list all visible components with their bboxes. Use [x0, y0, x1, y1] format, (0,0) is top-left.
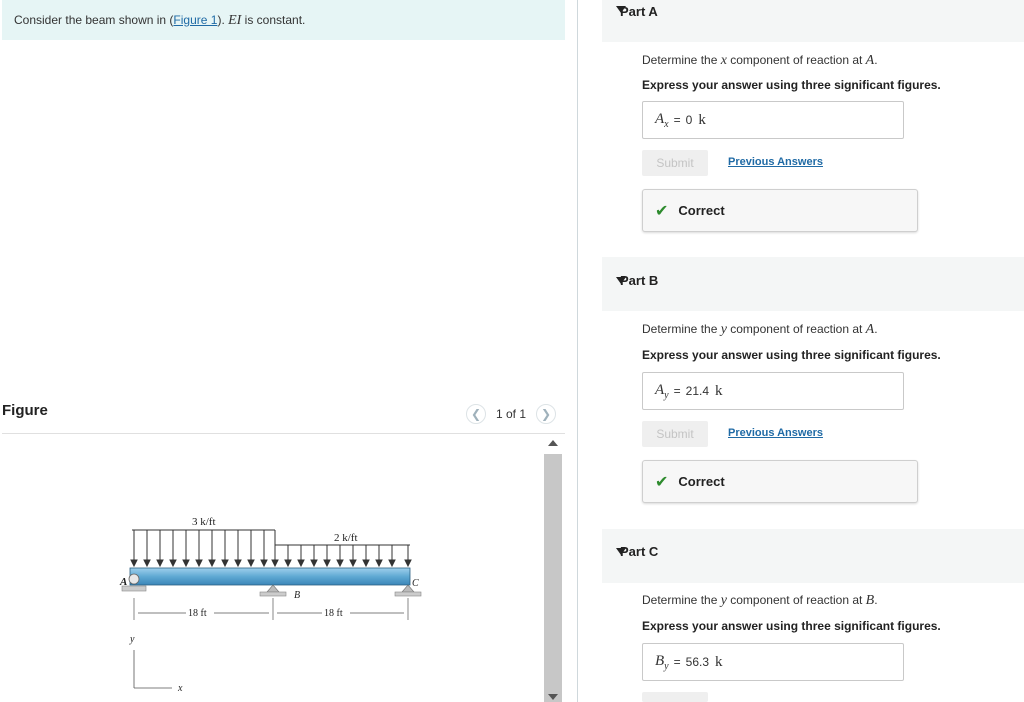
axis-x-label: x — [177, 683, 183, 694]
part-b-question: Determine the y component of reaction at… — [642, 322, 878, 338]
part-b-previous-answers-link[interactable]: Previous Answers — [728, 427, 823, 439]
question-text: component of reaction at — [726, 593, 866, 607]
scrollbar-thumb[interactable] — [544, 454, 562, 702]
question-text: Determine the — [642, 53, 721, 67]
beam-figure: 3 k/ft 2 k/ft A B C 18 ft 18 ft y x — [119, 516, 422, 694]
feedback-text: Correct — [678, 203, 725, 218]
question-text: . — [874, 322, 878, 336]
intro-text-end: is constant. — [241, 13, 306, 27]
support-b — [259, 584, 287, 597]
feedback-text: Correct — [678, 474, 725, 489]
answer-value: 0 — [685, 113, 693, 127]
span-label-left: 18 ft — [188, 608, 207, 619]
part-b-title[interactable]: Part B — [620, 273, 658, 288]
answer-equals: = — [673, 113, 681, 127]
scroll-up-arrow-icon[interactable] — [548, 440, 558, 446]
intro-math: EI — [228, 13, 242, 28]
right-pane: Part A Determine the x component of reac… — [578, 0, 1024, 702]
answer-unit: k — [715, 382, 723, 399]
question-text: component of reaction at — [726, 53, 866, 67]
answer-value: 56.3 — [685, 655, 709, 669]
answer-symbol: Ay — [655, 382, 669, 401]
load-label-right: 2 k/ft — [334, 532, 358, 544]
answer-subscript: y — [664, 660, 669, 672]
answer-symbol-letter: A — [655, 110, 665, 127]
question-text: . — [874, 53, 878, 67]
part-a-feedback: ✔ Correct — [642, 189, 918, 232]
part-a-answer-field[interactable]: Ax = 0 k — [642, 101, 904, 139]
part-a-title[interactable]: Part A — [620, 4, 658, 19]
part-b-answer-field[interactable]: Ay = 21.4 k — [642, 372, 904, 410]
axes — [133, 650, 172, 689]
span-label-right: 18 ft — [324, 608, 343, 619]
figure-divider — [2, 433, 565, 434]
chevron-left-icon[interactable]: ❮ — [466, 404, 486, 424]
question-point: A — [865, 322, 875, 337]
beam — [129, 567, 411, 586]
answer-symbol: By — [655, 653, 669, 672]
part-a-instruction: Express your answer using three signific… — [642, 78, 941, 92]
answer-subscript: x — [664, 118, 669, 130]
axis-y-label: y — [129, 634, 135, 645]
figure-scrollbar[interactable] — [543, 434, 563, 702]
load-arrows-right — [284, 545, 412, 568]
question-text: Determine the — [642, 593, 721, 607]
question-point: B — [865, 593, 875, 608]
figure-title: Figure — [2, 402, 48, 419]
answer-subscript: y — [664, 389, 669, 401]
chevron-right-icon[interactable]: ❯ — [536, 404, 557, 424]
answer-symbol: Ax — [655, 111, 669, 130]
question-text: component of reaction at — [726, 322, 866, 336]
checkmark-icon: ✔ — [655, 202, 669, 220]
question-text: . — [874, 593, 878, 607]
part-b-submit-button[interactable]: Submit — [642, 421, 708, 447]
part-c-header[interactable] — [602, 529, 1024, 583]
part-a-question: Determine the x component of reaction at… — [642, 53, 878, 69]
part-b-header[interactable] — [602, 257, 1024, 311]
intro-text-before: Consider the beam shown in ( — [14, 13, 174, 27]
load-arrows-left — [130, 530, 279, 568]
point-c-label: C — [412, 578, 419, 589]
dimension-lines — [133, 598, 409, 620]
answer-unit: k — [715, 653, 723, 670]
figure-page-count: 1 of 1 — [496, 407, 527, 421]
answer-equals: = — [673, 655, 681, 669]
figure-link[interactable]: Figure 1 — [173, 13, 217, 27]
load-label-left: 3 k/ft — [192, 516, 216, 528]
problem-statement: Consider the beam shown in (Figure 1). E… — [2, 0, 565, 40]
answer-symbol-letter: B — [655, 652, 665, 669]
part-b-instruction: Express your answer using three signific… — [642, 348, 941, 362]
left-pane: Consider the beam shown in (Figure 1). E… — [0, 0, 578, 702]
point-b-label: B — [294, 590, 300, 601]
point-a-label: A — [119, 576, 127, 588]
part-c-submit-button[interactable] — [642, 692, 708, 702]
answer-equals: = — [673, 384, 681, 398]
part-c-instruction: Express your answer using three signific… — [642, 619, 941, 633]
answer-symbol-letter: A — [655, 381, 665, 398]
part-c-title[interactable]: Part C — [620, 544, 658, 559]
answer-unit: k — [698, 111, 706, 128]
scroll-down-arrow-icon[interactable] — [548, 694, 558, 700]
checkmark-icon: ✔ — [655, 473, 669, 491]
question-point: A — [865, 53, 875, 68]
part-c-question: Determine the y component of reaction at… — [642, 593, 878, 609]
part-a-header[interactable] — [602, 0, 1024, 42]
part-a-submit-button[interactable]: Submit — [642, 150, 708, 176]
part-a-previous-answers-link[interactable]: Previous Answers — [728, 156, 823, 168]
part-b-feedback: ✔ Correct — [642, 460, 918, 503]
answer-value: 21.4 — [685, 384, 709, 398]
figure-pager: ❮ 1 of 1 ❯ — [466, 404, 557, 424]
question-text: Determine the — [642, 322, 721, 336]
part-c-answer-field[interactable]: By = 56.3 k — [642, 643, 904, 681]
intro-text-after: ). — [217, 13, 229, 27]
